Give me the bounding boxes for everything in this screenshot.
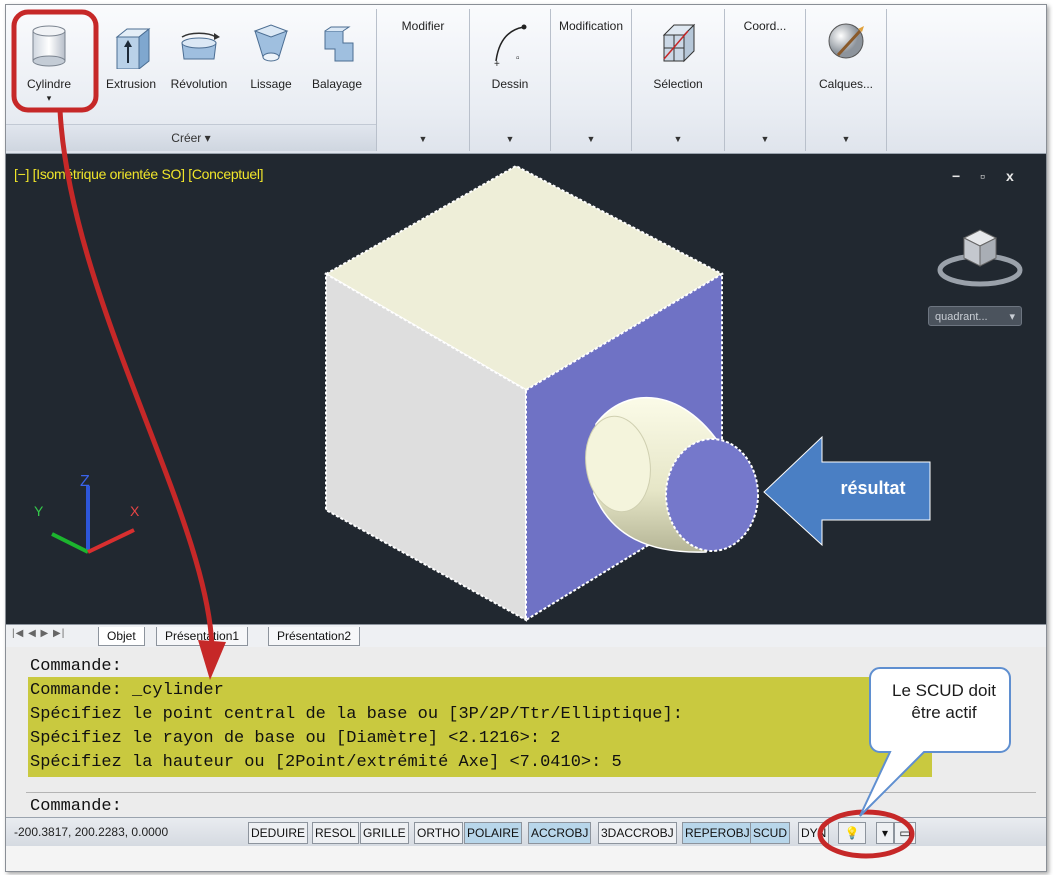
- tab-presentation2[interactable]: Présentation2: [268, 627, 361, 646]
- command-separator: [26, 792, 1036, 793]
- panel-title: Sélection: [653, 77, 703, 91]
- tool-label: Révolution: [170, 77, 228, 91]
- panel-modifier[interactable]: Modifier ▼: [377, 9, 470, 151]
- svg-text:+: +: [494, 59, 500, 67]
- panel-title: Créer: [171, 131, 202, 145]
- tool-label: Lissage: [250, 77, 292, 91]
- tool-revolution[interactable]: Révolution: [170, 17, 228, 107]
- extrusion-icon: [115, 27, 151, 69]
- panel-calques[interactable]: Calques... ▼: [806, 9, 887, 151]
- chevron-down-icon: ▼: [418, 134, 428, 144]
- panel-selection[interactable]: Sélection ▼: [632, 9, 725, 151]
- toggle-resol[interactable]: RESOL: [312, 822, 359, 844]
- panel-coord[interactable]: Coord... ▼: [725, 9, 806, 151]
- toggle-dyn[interactable]: DYN: [798, 822, 830, 844]
- lightbulb-icon[interactable]: 💡: [838, 822, 866, 844]
- loft-icon: [253, 24, 289, 62]
- chevron-down-icon: ▼: [673, 134, 683, 144]
- revolution-icon: [181, 32, 220, 60]
- chevron-down-icon: ▼: [505, 134, 515, 144]
- bottom-strip: [6, 846, 1046, 871]
- tool-cylindre[interactable]: Cylindre ▾: [20, 17, 78, 107]
- toggle-polaire[interactable]: POLAIRE: [464, 822, 523, 844]
- autocad-window: Cylindre ▾ Extrusion Révolution Lissage …: [5, 4, 1047, 872]
- tab-objet[interactable]: Objet: [98, 627, 145, 646]
- ucs-y-label: Y: [34, 503, 44, 519]
- chevron-down-icon: ▼: [760, 134, 770, 144]
- toggle-3daccrobj[interactable]: 3DACCROBJ: [598, 822, 677, 844]
- status-bar: -200.3817, 200.2283, 0.0000 DEDUIRE RESO…: [6, 817, 1046, 846]
- tab-presentation1[interactable]: Présentation1: [156, 627, 249, 646]
- command-window: Commande: Commande: _cylinder Spécifiez …: [6, 647, 1046, 818]
- coordinates-readout: -200.3817, 200.2283, 0.0000: [14, 825, 169, 839]
- toggle-reperobj[interactable]: REPEROBJ: [682, 822, 753, 844]
- tool-balayage[interactable]: Balayage: [308, 17, 366, 107]
- panel-modification[interactable]: Modification ▼: [551, 9, 632, 151]
- toggle-deduire[interactable]: DEDUIRE: [248, 822, 309, 844]
- panel-title: Calques...: [818, 77, 874, 91]
- command-prompt-input[interactable]: Commande:: [30, 797, 122, 816]
- ucs-icon: Z Y X: [34, 473, 140, 554]
- callout-text: Le SCUD doit être actif: [892, 681, 996, 722]
- command-history-line: Commande: _cylinder: [30, 681, 224, 700]
- command-history-line: Spécifiez le rayon de base ou [Diamètre]…: [30, 729, 561, 748]
- svg-text:▫: ▫: [516, 53, 520, 64]
- tool-label: Extrusion: [105, 77, 157, 91]
- panel-title: Coord...: [743, 19, 787, 33]
- ucs-x-label: X: [130, 503, 140, 519]
- panel-dessin[interactable]: + ▫ Dessin ▼: [470, 9, 551, 151]
- sweep-icon: [324, 26, 354, 62]
- draw-arc-icon: + ▫: [494, 24, 527, 67]
- chevron-down-icon[interactable]: ▾: [876, 822, 894, 844]
- layout-tabs: |◀ ◀ ▶ ▶| Objet Présentation1 Présentati…: [6, 624, 1046, 648]
- chevron-down-icon: ▼: [586, 134, 596, 144]
- panel-creer: Cylindre ▾ Extrusion Révolution Lissage …: [6, 9, 377, 151]
- tab-navigation-arrows[interactable]: |◀ ◀ ▶ ▶|: [12, 628, 65, 639]
- toggle-grille[interactable]: GRILLE: [360, 822, 409, 844]
- ucs-z-label: Z: [80, 473, 90, 490]
- chevron-down-icon: ▼: [841, 134, 851, 144]
- panel-title: Dessin: [491, 77, 529, 91]
- toggle-accrobj[interactable]: ACCROBJ: [528, 822, 592, 844]
- panel-title: Modifier: [401, 19, 445, 33]
- result-label: résultat: [840, 478, 906, 498]
- command-history-line: Spécifiez la hauteur ou [2Point/extrémit…: [30, 753, 622, 772]
- command-history-line: Spécifiez le point central de la base ou…: [30, 705, 683, 724]
- panel-title: Modification: [558, 19, 624, 33]
- cylinder-icon: [32, 25, 66, 67]
- toggle-scud[interactable]: SCUD: [750, 822, 791, 844]
- drawing-viewport[interactable]: [−] [Isométrique orientée SO] [Conceptue…: [6, 154, 1046, 624]
- selection-cube-icon: [662, 23, 696, 63]
- layers-sphere-icon: [828, 23, 864, 59]
- toggle-ortho[interactable]: ORTHO: [414, 822, 464, 844]
- tool-label: Cylindre: [26, 77, 71, 91]
- chevron-down-icon: ▾: [204, 131, 211, 145]
- ribbon: Cylindre ▾ Extrusion Révolution Lissage …: [6, 5, 1046, 154]
- chevron-down-icon: ▾: [46, 93, 52, 103]
- tool-label: Balayage: [311, 77, 363, 91]
- window-icon[interactable]: ▭: [894, 822, 916, 844]
- tool-lissage[interactable]: Lissage: [242, 17, 300, 107]
- command-history-line: Commande:: [30, 657, 122, 676]
- panel-creer-footer[interactable]: Créer ▾: [6, 124, 376, 151]
- tool-extrusion[interactable]: Extrusion: [102, 17, 160, 107]
